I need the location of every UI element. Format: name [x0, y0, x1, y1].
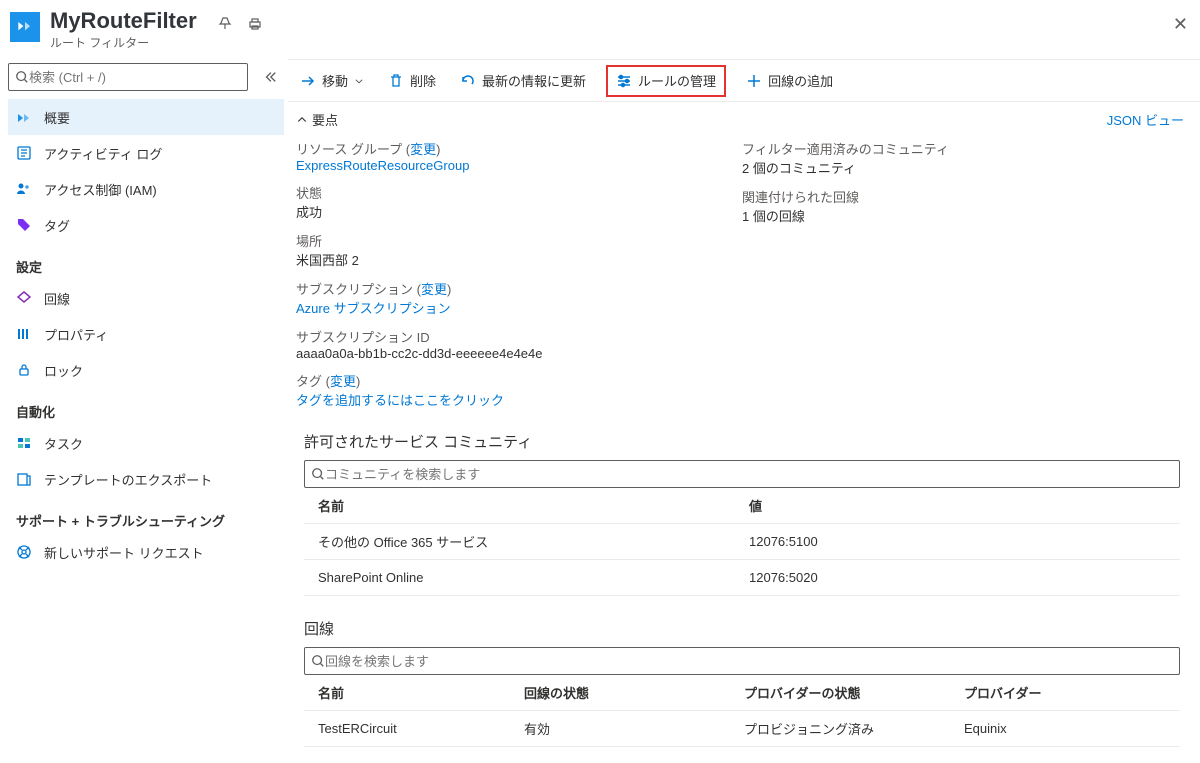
properties-icon — [16, 326, 32, 342]
essentials-label: タグ (変更) — [296, 371, 742, 390]
nav-activity-log[interactable]: アクティビティ ログ — [8, 135, 284, 171]
table-row[interactable]: TestERCircuit有効プロビジョニング済みEquinix — [304, 711, 1180, 747]
essentials-label: 場所 — [296, 231, 742, 250]
col-provider: プロバイダー — [964, 683, 1180, 702]
json-view-link[interactable]: JSON ビュー — [1107, 110, 1188, 129]
essentials-value: 成功 — [296, 202, 742, 221]
essentials-toggle[interactable]: 要点 — [296, 110, 338, 129]
circuits-search[interactable] — [304, 647, 1180, 675]
essentials-label: フィルター適用済みのコミュニティ — [742, 139, 1188, 158]
move-icon — [300, 73, 316, 89]
refresh-button[interactable]: 最新の情報に更新 — [456, 60, 590, 101]
tags-icon — [16, 217, 32, 233]
main-content: 移動 削除 最新の情報に更新 ルールの管理 回線の追加 — [288, 59, 1200, 747]
change-link[interactable]: 変更 — [421, 282, 447, 297]
essentials-grid: リソース グループ (変更)ExpressRouteResourceGroup 状… — [296, 139, 1188, 409]
col-value: 値 — [749, 496, 1180, 515]
close-icon[interactable]: ✕ — [1173, 14, 1188, 35]
activity-log-icon — [16, 145, 32, 161]
nav-iam[interactable]: アクセス制御 (IAM) — [8, 171, 284, 207]
col-name: 名前 — [304, 683, 524, 702]
iam-icon — [16, 181, 32, 197]
sidebar-search[interactable] — [8, 63, 248, 91]
nav-group-settings: 設定 — [8, 243, 284, 280]
print-icon[interactable] — [247, 16, 263, 32]
circuits-icon — [16, 290, 32, 306]
essentials-label: リソース グループ (変更) — [296, 139, 742, 158]
lock-icon — [16, 362, 32, 378]
nav-tasks[interactable]: タスク — [8, 425, 284, 461]
support-icon — [16, 544, 32, 560]
communities-table: 名前 値 その他の Office 365 サービス12076:5100Share… — [304, 488, 1180, 596]
manage-rule-icon — [616, 73, 632, 89]
delete-button[interactable]: 削除 — [384, 60, 440, 101]
nav-circuits[interactable]: 回線 — [8, 280, 284, 316]
nav-locks[interactable]: ロック — [8, 352, 284, 388]
plus-icon — [746, 73, 762, 89]
refresh-icon — [460, 73, 476, 89]
col-name: 名前 — [304, 496, 749, 515]
essentials-value[interactable]: Azure サブスクリプション — [296, 298, 742, 317]
circuits-table: 名前 回線の状態 プロバイダーの状態 プロバイダー TestERCircuit有… — [304, 675, 1180, 747]
move-button[interactable]: 移動 — [296, 60, 368, 101]
essentials-value: 2 個のコミュニティ — [742, 158, 1188, 177]
essentials-label: サブスクリプション ID — [296, 327, 742, 346]
communities-search[interactable] — [304, 460, 1180, 488]
nav-properties[interactable]: プロパティ — [8, 316, 284, 352]
essentials-label: サブスクリプション (変更) — [296, 279, 742, 298]
essentials-label: 関連付けられた回線 — [742, 187, 1188, 206]
circuits-search-input[interactable] — [325, 654, 1173, 669]
export-template-icon — [16, 471, 32, 487]
communities-title: 許可されたサービス コミュニティ — [296, 431, 1188, 452]
delete-icon — [388, 73, 404, 89]
nav-group-automation: 自動化 — [8, 388, 284, 425]
change-link[interactable]: 変更 — [410, 142, 436, 157]
collapse-nav-icon[interactable] — [256, 63, 284, 91]
chevron-down-icon — [354, 76, 364, 86]
nav-new-support-request[interactable]: 新しいサポート リクエスト — [8, 534, 284, 570]
resource-type: ルート フィルター — [50, 34, 197, 51]
resource-header: MyRouteFilter ルート フィルター ✕ — [0, 0, 1200, 59]
essentials-label: 状態 — [296, 183, 742, 202]
sidebar-search-input[interactable] — [29, 70, 241, 85]
pin-icon[interactable] — [217, 16, 233, 32]
col-cstate: 回線の状態 — [524, 683, 744, 702]
page-title: MyRouteFilter — [50, 8, 197, 34]
essentials-value[interactable]: タグを追加するにはここをクリック — [296, 390, 742, 409]
nav-export-template[interactable]: テンプレートのエクスポート — [8, 461, 284, 497]
essentials-value: aaaa0a0a-bb1b-cc2c-dd3d-eeeeee4e4e4e — [296, 346, 742, 361]
tasks-icon — [16, 435, 32, 451]
add-circuit-button[interactable]: 回線の追加 — [742, 60, 837, 101]
sidebar: 概要 アクティビティ ログ アクセス制御 (IAM) タグ 設定 回線 プロパテ… — [0, 59, 288, 747]
essentials-value: 米国西部 2 — [296, 250, 742, 269]
nav-overview[interactable]: 概要 — [8, 99, 284, 135]
route-filter-icon — [10, 12, 40, 42]
circuits-title: 回線 — [296, 618, 1188, 639]
essentials-value: 1 個の回線 — [742, 206, 1188, 225]
nav-tags[interactable]: タグ — [8, 207, 284, 243]
manage-rule-button[interactable]: ルールの管理 — [606, 65, 726, 97]
essentials-value[interactable]: ExpressRouteResourceGroup — [296, 158, 742, 173]
command-bar: 移動 削除 最新の情報に更新 ルールの管理 回線の追加 — [288, 60, 1200, 102]
table-row[interactable]: その他の Office 365 サービス12076:5100 — [304, 524, 1180, 560]
change-link[interactable]: 変更 — [330, 374, 356, 389]
communities-search-input[interactable] — [325, 467, 1173, 482]
nav-group-support: サポート + トラブルシューティング — [8, 497, 284, 534]
col-pstate: プロバイダーの状態 — [744, 683, 964, 702]
table-row[interactable]: SharePoint Online12076:5020 — [304, 560, 1180, 596]
chevron-up-icon — [296, 114, 308, 126]
overview-icon — [16, 109, 32, 125]
